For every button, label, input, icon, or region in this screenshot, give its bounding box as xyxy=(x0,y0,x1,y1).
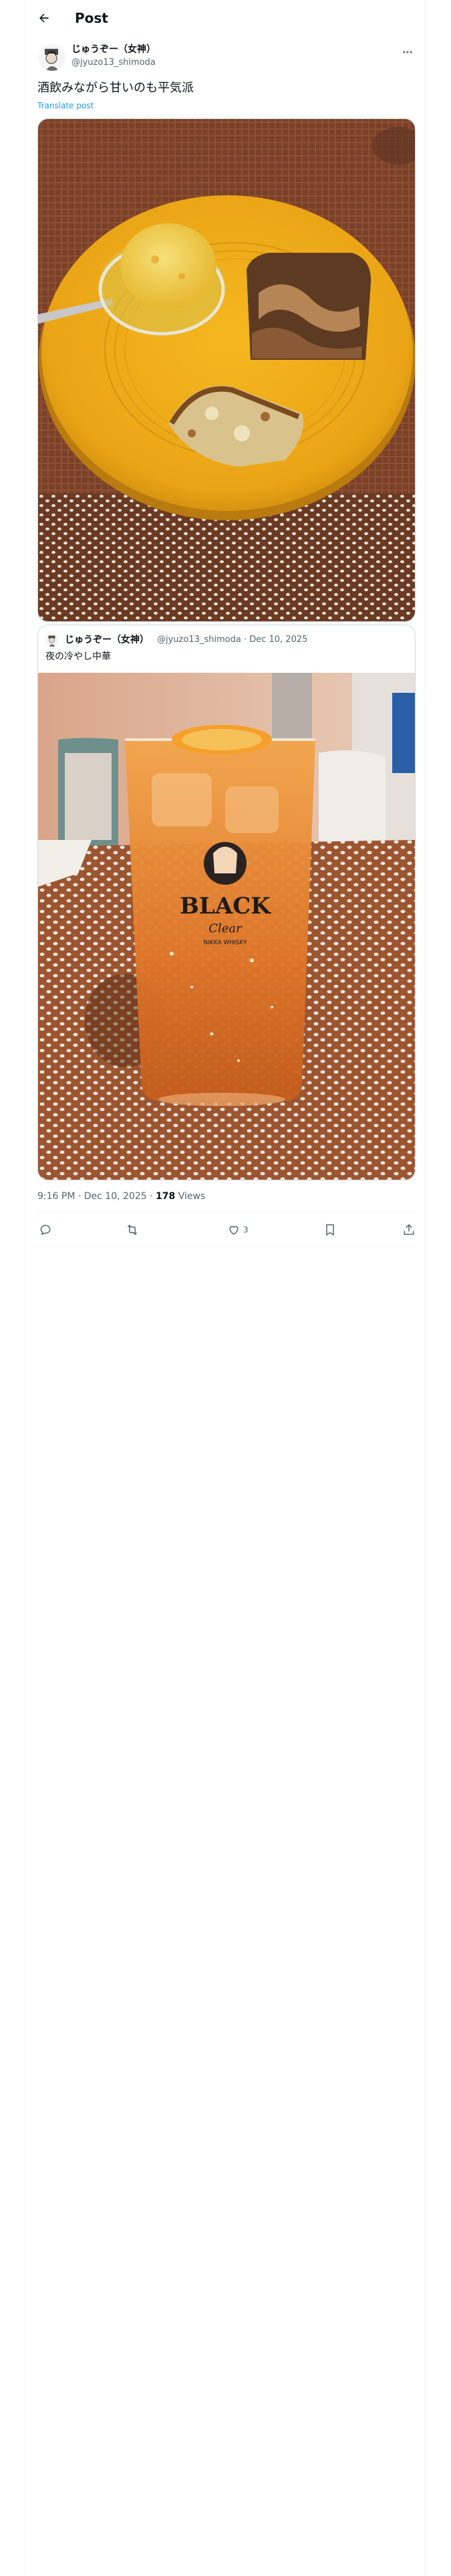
page-title: Post xyxy=(75,10,108,26)
quoted-post-text: 夜の冷やし中華 xyxy=(45,651,111,662)
repost-button[interactable] xyxy=(126,1222,142,1238)
repost-icon xyxy=(127,1224,138,1235)
arrow-left-icon xyxy=(39,13,49,23)
share-icon xyxy=(404,1224,414,1235)
author-name[interactable]: じゅうぞー（女神） xyxy=(71,43,156,56)
bookmark-icon xyxy=(326,1224,334,1236)
glass-script-text: Clear xyxy=(208,922,243,936)
quoted-post[interactable]: じゅうぞー（女神） @jyuzo13_shimoda · Dec 10, 202… xyxy=(37,625,416,1180)
back-button[interactable] xyxy=(35,9,53,27)
meta-separator: · xyxy=(146,1191,156,1202)
views-label: Views xyxy=(178,1191,206,1202)
avatar[interactable] xyxy=(39,44,65,71)
share-button[interactable] xyxy=(402,1222,416,1238)
like-count: 3 xyxy=(243,1225,249,1235)
bookmark-button[interactable] xyxy=(323,1222,339,1238)
reply-button[interactable] xyxy=(39,1222,55,1238)
more-icon xyxy=(403,51,412,53)
views-count: 178 xyxy=(156,1191,176,1202)
post-timestamp[interactable]: 9:16 PM · Dec 10, 2025 xyxy=(37,1191,147,1202)
quoted-photo[interactable]: BLACK Clear NIKKA WHISKY xyxy=(38,673,415,1180)
quoted-author-name: じゅうぞー（女神） xyxy=(65,635,149,645)
post-photo[interactable] xyxy=(37,118,416,622)
glass-brand-text: BLACK xyxy=(180,893,271,920)
author-handle[interactable]: @jyuzo13_shimoda xyxy=(71,57,156,69)
glass-sub-text: NIKKA WHISKY xyxy=(203,940,247,946)
heart-icon xyxy=(229,1226,239,1235)
more-options-button[interactable] xyxy=(398,43,417,62)
like-button[interactable]: 3 xyxy=(227,1222,249,1238)
post-meta: 9:16 PM · Dec 10, 2025 · 178 Views xyxy=(37,1190,205,1203)
timeline-column: Post じゅうぞー（女神） @jyuzo13_shimoda 酒飲みながら甘い… xyxy=(25,0,426,2576)
action-bar: 3 xyxy=(37,1213,416,1247)
quoted-author-meta: @jyuzo13_shimoda · Dec 10, 2025 xyxy=(157,635,308,645)
page-header: Post xyxy=(25,0,426,36)
translate-post-link[interactable]: Translate post xyxy=(37,100,94,111)
post-text: 酒飲みながら甘いのも平気派 xyxy=(37,81,194,95)
quoted-avatar xyxy=(45,633,59,647)
reply-icon xyxy=(40,1224,51,1235)
